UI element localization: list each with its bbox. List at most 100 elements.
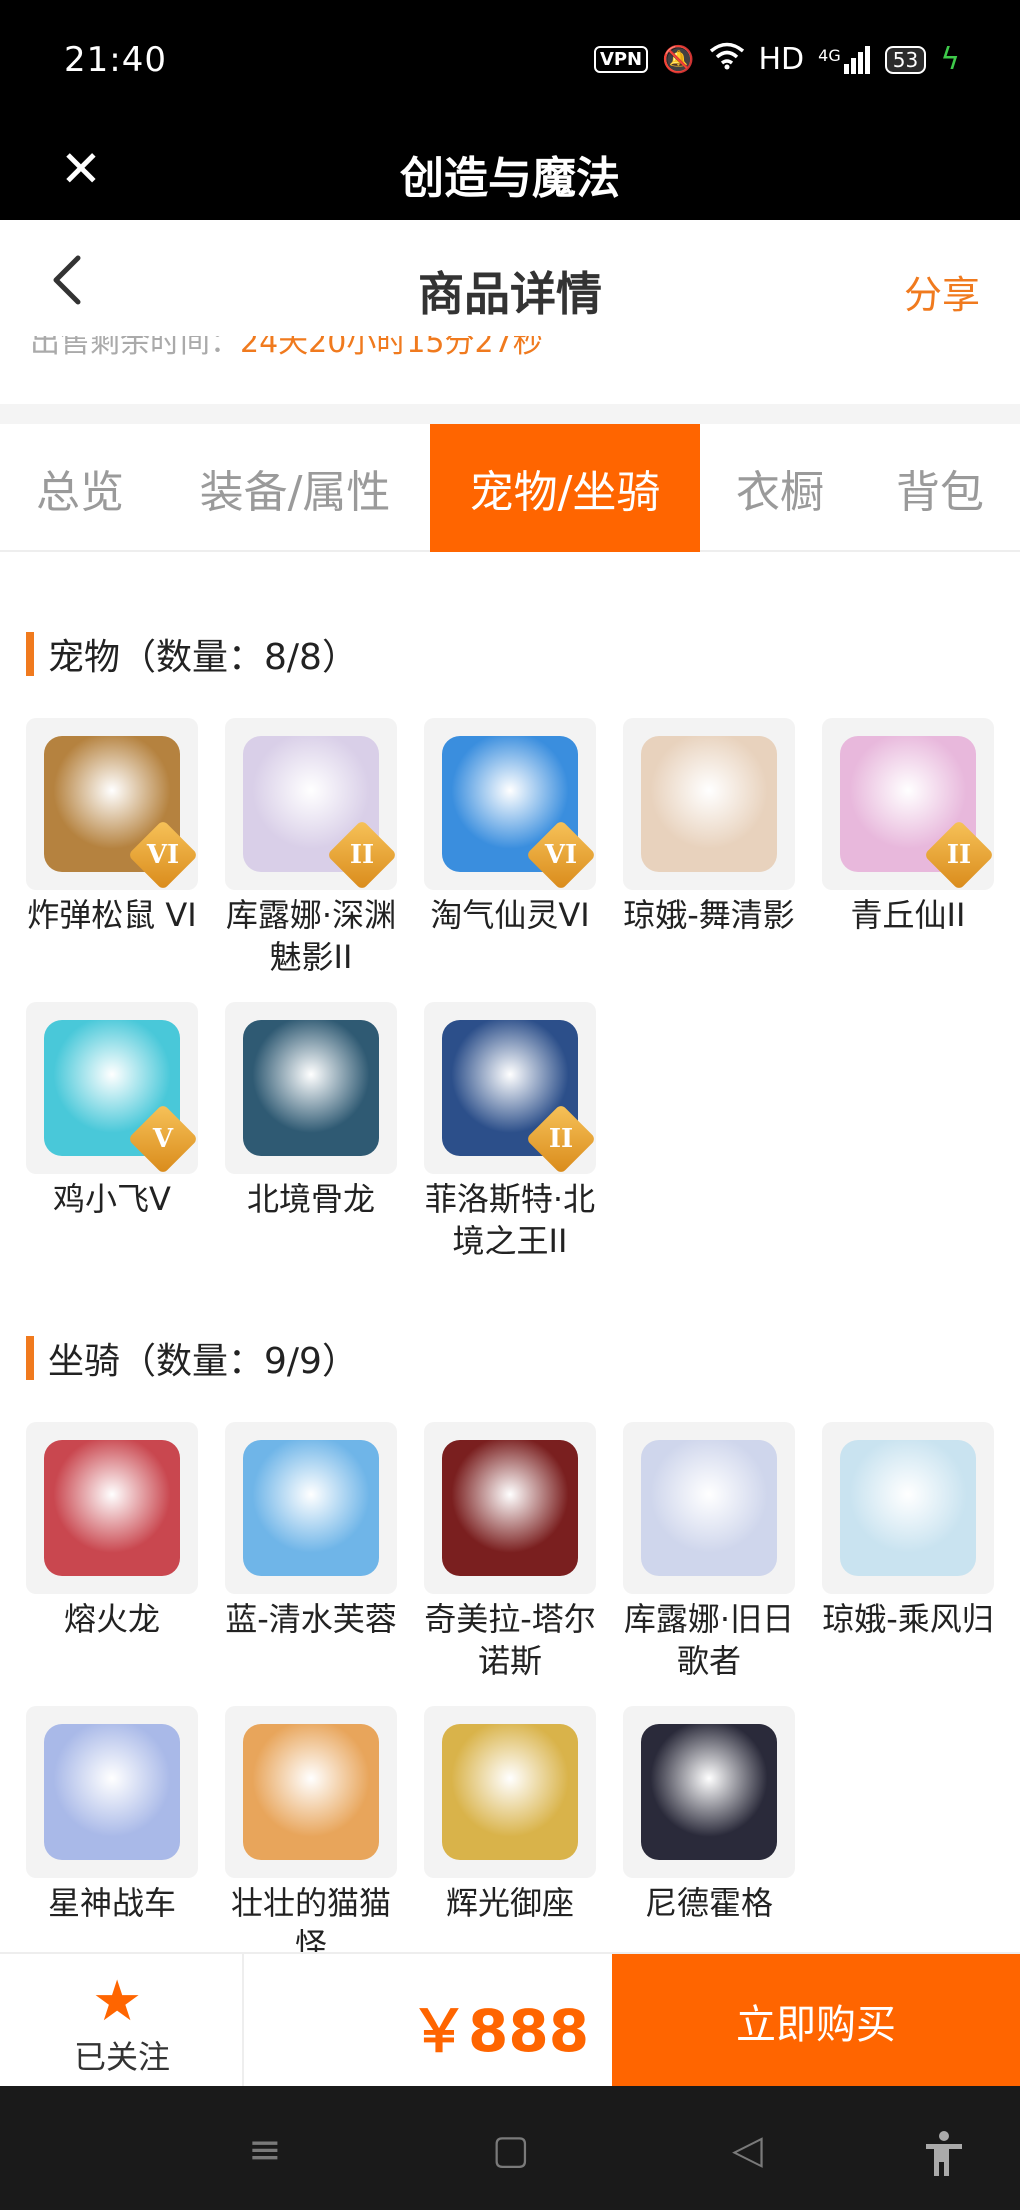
mount-thumbnail [225, 1422, 397, 1594]
section-marker [26, 632, 34, 676]
app-bar: ✕ 创造与魔法 [0, 122, 1020, 220]
pet-item[interactable]: VI 淘气仙灵VI [422, 718, 598, 936]
mount-thumbnail [26, 1706, 198, 1878]
mount-image [243, 1440, 379, 1576]
section-marker [26, 1336, 34, 1380]
mount-thumbnail [623, 1706, 795, 1878]
mount-name: 辉光御座 [445, 1884, 574, 1922]
remaining-time-label: 出售剩余时间： [30, 336, 240, 360]
purchase-bar: ★ 已关注 ￥888 立即购买 [0, 1952, 1020, 2088]
share-button[interactable]: 分享 [904, 264, 980, 319]
mount-thumbnail [623, 1422, 795, 1594]
app-title: 创造与魔法 [400, 153, 620, 204]
tab-pets-mounts[interactable]: 宠物/坐骑 [430, 424, 700, 552]
pet-item[interactable]: II 菲洛斯特·北境之王II [422, 1002, 598, 1262]
pet-image [641, 736, 777, 872]
pet-thumbnail: II [225, 718, 397, 890]
rank-badge-label: VI [146, 840, 180, 870]
mount-item[interactable]: 琼娥-乘风归 [820, 1422, 996, 1640]
menu-icon[interactable]: ≡ [248, 2130, 282, 2170]
rank-badge: II [923, 819, 994, 890]
rank-badge: II [525, 1103, 596, 1174]
rank-badge-label: VI [544, 840, 578, 870]
mount-thumbnail [424, 1422, 596, 1594]
signal-icon: 4G [818, 45, 871, 74]
signal-label: 4G [818, 45, 841, 65]
pets-title-text: 宠物（数量：8/8） [48, 637, 358, 678]
pet-item[interactable]: II 库露娜·深渊魅影II [223, 718, 399, 978]
battery-icon: 53 [884, 45, 927, 74]
follow-label: 已关注 [73, 2038, 170, 2076]
pet-name: 青丘仙II [850, 896, 966, 934]
mount-image [641, 1440, 777, 1576]
mount-item[interactable]: 奇美拉-塔尔诺斯 [422, 1422, 598, 1682]
mount-thumbnail [26, 1422, 198, 1594]
remaining-time-value: 24天20小时15分27秒 [240, 336, 543, 360]
mount-item[interactable]: 蓝-清水芙蓉 [223, 1422, 399, 1640]
mounts-title-text: 坐骑（数量：9/9） [48, 1341, 358, 1382]
rank-badge: VI [525, 819, 596, 890]
rank-badge: II [326, 819, 397, 890]
page-title: 商品详情 [418, 267, 602, 321]
status-time: 21:40 [64, 40, 167, 80]
mount-name: 奇美拉-塔尔诺斯 [424, 1600, 596, 1680]
pet-thumbnail: II [424, 1002, 596, 1174]
mount-image [44, 1440, 180, 1576]
tab-backpack[interactable]: 背包 [860, 424, 1020, 552]
star-icon: ★ [92, 1969, 143, 2034]
mount-item[interactable]: 壮壮的猫猫怪 [223, 1706, 399, 1966]
mount-thumbnail [225, 1706, 397, 1878]
accessibility-icon[interactable] [922, 2130, 966, 2185]
page-header: 商品详情 分享 [0, 220, 1020, 350]
charging-icon: ϟ [940, 42, 960, 77]
mount-name: 库露娜·旧日歌者 [623, 1600, 795, 1680]
follow-button[interactable]: ★ 已关注 [0, 1954, 244, 2088]
rank-badge-label: II [349, 840, 375, 870]
mount-name: 星神战车 [47, 1884, 176, 1922]
pet-thumbnail: VI [26, 718, 198, 890]
pet-item[interactable]: II 青丘仙II [820, 718, 996, 936]
home-icon[interactable]: ▢ [492, 2130, 530, 2170]
pet-thumbnail: V [26, 1002, 198, 1174]
price: ￥888 [410, 1997, 590, 2065]
back-nav-icon[interactable]: ◁ [732, 2130, 763, 2170]
pet-item[interactable]: 北境骨龙 [223, 1002, 399, 1220]
pet-thumbnail [623, 718, 795, 890]
tab-overview[interactable]: 总览 [0, 424, 160, 552]
mount-name: 熔火龙 [63, 1600, 160, 1638]
tab-equipment[interactable]: 装备/属性 [160, 424, 430, 552]
pet-name: 淘气仙灵VI [430, 896, 590, 934]
pet-name: 菲洛斯特·北境之王II [424, 1180, 596, 1260]
mount-image [442, 1440, 578, 1576]
mount-image [44, 1724, 180, 1860]
system-nav-bar: ≡ ▢ ◁ [0, 2086, 1020, 2210]
rank-badge-label: II [548, 1124, 574, 1154]
pet-item[interactable]: V 鸡小飞V [24, 1002, 200, 1220]
tab-wardrobe[interactable]: 衣橱 [700, 424, 860, 552]
mount-item[interactable]: 熔火龙 [24, 1422, 200, 1640]
mount-image [840, 1440, 976, 1576]
pet-name: 琼娥-舞清影 [623, 896, 795, 934]
mount-name: 琼娥-乘风归 [822, 1600, 994, 1638]
mounts-section-title: 坐骑（数量：9/9） [26, 1332, 358, 1384]
pet-item[interactable]: 琼娥-舞清影 [621, 718, 797, 936]
mount-item[interactable]: 库露娜·旧日歌者 [621, 1422, 797, 1682]
mount-image [641, 1724, 777, 1860]
wifi-icon [709, 42, 745, 77]
buy-now-button[interactable]: 立即购买 [612, 1954, 1020, 2088]
mount-item[interactable]: 星神战车 [24, 1706, 200, 1924]
pet-name: 北境骨龙 [246, 1180, 375, 1218]
divider [0, 404, 1020, 424]
pets-section-title: 宠物（数量：8/8） [26, 628, 358, 680]
pet-name: 炸弹松鼠 VI [27, 896, 197, 934]
mount-item[interactable]: 尼德霍格 [621, 1706, 797, 1924]
pet-name: 鸡小飞V [53, 1180, 171, 1218]
status-icons: VPN 🔕 HD 4G 53 ϟ [593, 42, 960, 77]
pet-item[interactable]: VI 炸弹松鼠 VI [24, 718, 200, 936]
mount-thumbnail [822, 1422, 994, 1594]
mount-image [442, 1724, 578, 1860]
pet-thumbnail [225, 1002, 397, 1174]
network-label: HD [758, 42, 805, 77]
mount-item[interactable]: 辉光御座 [422, 1706, 598, 1924]
mount-thumbnail [424, 1706, 596, 1878]
